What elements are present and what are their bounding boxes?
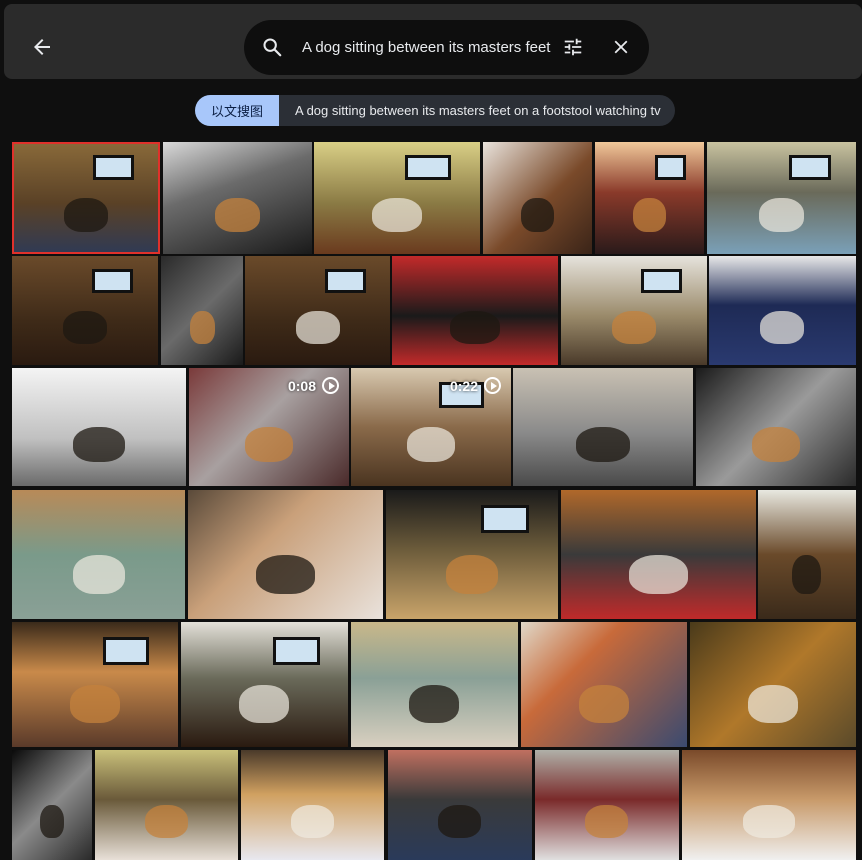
tune-icon[interactable] [562, 36, 584, 58]
result-thumbnail[interactable] [181, 622, 348, 747]
result-thumbnail[interactable] [161, 256, 243, 365]
result-thumbnail[interactable] [12, 256, 158, 365]
result-thumbnail[interactable] [188, 490, 383, 619]
dog-shape [576, 427, 630, 462]
close-icon[interactable] [610, 36, 632, 58]
dog-shape [612, 311, 656, 344]
result-thumbnail[interactable] [561, 256, 707, 365]
result-thumbnail[interactable] [12, 750, 92, 860]
result-thumbnail[interactable] [690, 622, 856, 747]
tv-shape [103, 637, 149, 665]
search-mode-label: 以文搜图 [195, 95, 280, 126]
result-thumbnail[interactable] [12, 622, 178, 747]
video-duration: 0:08 [288, 377, 339, 394]
result-thumbnail[interactable]: 0:08 [189, 368, 349, 486]
result-thumbnail[interactable] [351, 622, 518, 747]
result-thumbnail[interactable] [245, 256, 390, 365]
result-thumbnail[interactable] [561, 490, 756, 619]
tv-shape [93, 155, 134, 180]
back-button[interactable] [26, 31, 58, 63]
dog-shape [245, 427, 293, 462]
result-thumbnail[interactable] [696, 368, 856, 486]
dog-shape [73, 555, 125, 594]
dog-shape [40, 805, 64, 838]
result-thumbnail[interactable] [12, 368, 186, 486]
dog-shape [450, 311, 500, 344]
dog-shape [629, 555, 688, 594]
dog-shape [760, 311, 804, 344]
dog-shape [407, 427, 455, 462]
result-thumbnail[interactable] [388, 750, 532, 860]
tv-shape [273, 637, 320, 665]
dog-shape [239, 685, 289, 723]
result-thumbnail[interactable] [682, 750, 856, 860]
result-thumbnail[interactable] [386, 490, 558, 619]
result-thumbnail[interactable] [707, 142, 856, 254]
dog-shape [190, 311, 215, 344]
result-thumbnail[interactable] [758, 490, 856, 619]
dog-shape [291, 805, 334, 838]
tv-shape [789, 155, 831, 180]
dog-shape [748, 685, 798, 723]
back-arrow-icon [34, 39, 50, 55]
dog-shape [372, 198, 422, 232]
duration-label: 0:08 [287, 377, 316, 394]
dog-shape [752, 427, 800, 462]
result-thumbnail[interactable] [241, 750, 384, 860]
dog-shape [792, 555, 821, 594]
search-icon [263, 38, 282, 57]
dog-shape [579, 685, 629, 723]
result-thumbnail[interactable] [12, 490, 185, 619]
video-duration: 0:22 [450, 377, 501, 394]
dog-shape [70, 685, 120, 723]
tv-shape [655, 155, 686, 180]
tv-shape [481, 505, 529, 533]
top-bar [4, 4, 862, 79]
result-thumbnail[interactable] [521, 622, 687, 747]
dog-shape [73, 427, 125, 462]
tv-shape [92, 269, 133, 293]
dog-shape [64, 198, 108, 232]
tv-shape [325, 269, 366, 293]
dog-shape [63, 311, 107, 344]
dog-shape [446, 555, 498, 594]
result-thumbnail[interactable] [314, 142, 480, 254]
dog-shape [743, 805, 795, 838]
duration-label: 0:22 [449, 377, 478, 394]
result-thumbnail[interactable] [595, 142, 704, 254]
dog-shape [585, 805, 628, 838]
dog-shape [759, 198, 804, 232]
result-thumbnail[interactable] [163, 142, 312, 254]
search-input[interactable] [302, 32, 552, 62]
result-thumbnail[interactable] [95, 750, 238, 860]
dog-shape [633, 198, 666, 232]
result-thumbnail[interactable] [483, 142, 592, 254]
query-text: A dog sitting between its masters feet o… [295, 103, 661, 118]
dog-shape [296, 311, 340, 344]
play-icon [322, 377, 339, 394]
dog-shape [409, 685, 459, 723]
dog-shape [215, 198, 260, 232]
result-thumbnail[interactable]: 0:22 [351, 368, 511, 486]
dog-shape [521, 198, 554, 232]
tv-shape [641, 269, 682, 293]
dog-shape [256, 555, 315, 594]
search-box [244, 20, 649, 75]
query-chip[interactable]: 以文搜图 A dog sitting between its masters f… [195, 95, 675, 126]
result-thumbnail[interactable] [392, 256, 558, 365]
result-thumbnail[interactable] [709, 256, 856, 365]
dog-shape [438, 805, 481, 838]
dog-shape [145, 805, 188, 838]
result-thumbnail[interactable] [513, 368, 693, 486]
result-thumbnail[interactable] [535, 750, 679, 860]
play-icon [484, 377, 501, 394]
tv-shape [405, 155, 451, 180]
result-thumbnail[interactable] [12, 142, 160, 254]
